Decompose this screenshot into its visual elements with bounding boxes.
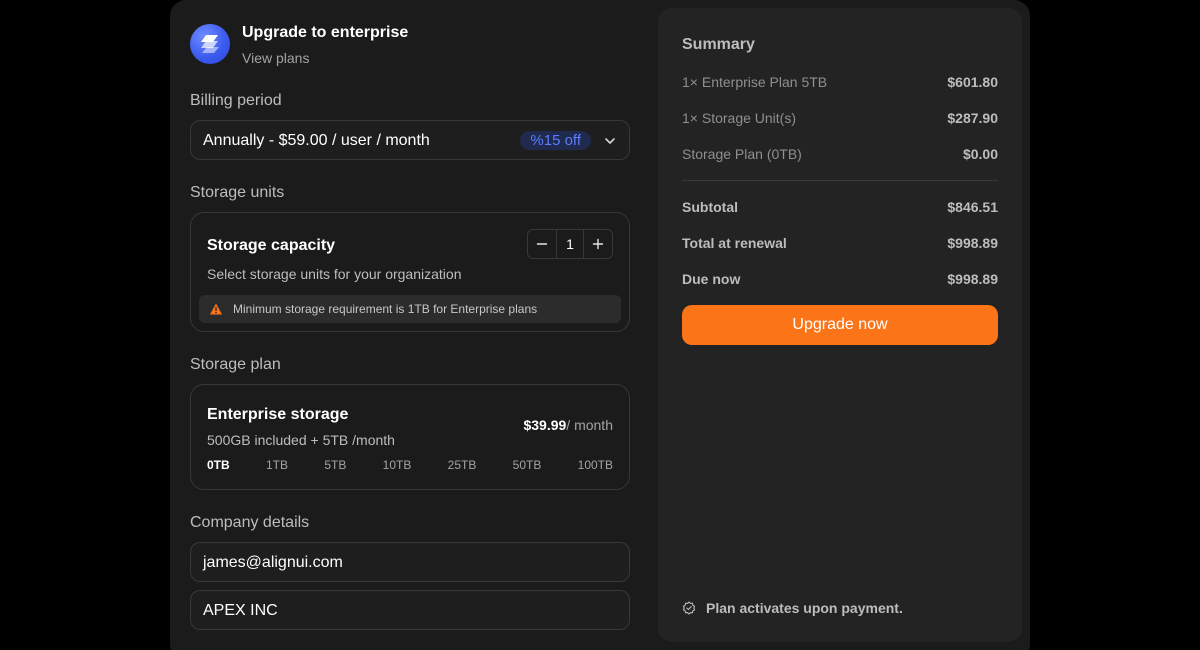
upgrade-card: Upgrade to enterprise View plans Billing… xyxy=(170,0,1030,650)
price-amount: $39.99 xyxy=(523,417,567,433)
summary-line-item: Storage Plan (0TB) $0.00 xyxy=(682,146,998,162)
tier-option-1tb[interactable]: 1TB xyxy=(266,458,288,472)
billing-period-label: Billing period xyxy=(190,92,282,109)
activation-note-text: Plan activates upon payment. xyxy=(706,600,903,616)
storage-plan-title: Enterprise storage xyxy=(207,406,349,423)
summary-line-item: 1× Enterprise Plan 5TB $601.80 xyxy=(682,74,998,90)
billing-period-select[interactable]: Annually - $59.00 / user / month %15 off xyxy=(190,120,630,160)
storage-plan-subtitle: 500GB included + 5TB /month xyxy=(207,432,395,448)
storage-plan-price: $39.99/ month xyxy=(523,417,613,433)
line-item-label: 1× Storage Unit(s) xyxy=(682,110,796,126)
storage-capacity-subtitle: Select storage units for your organizati… xyxy=(207,266,462,282)
increment-button[interactable] xyxy=(584,230,612,258)
total-value: $846.51 xyxy=(947,199,998,215)
price-period: / month xyxy=(566,417,613,433)
storage-capacity-box: Storage capacity Select storage units fo… xyxy=(190,212,630,332)
summary-divider xyxy=(682,180,998,181)
tier-option-100tb[interactable]: 100TB xyxy=(578,458,613,472)
upgrade-now-button[interactable]: Upgrade now xyxy=(682,305,998,345)
line-item-value: $0.00 xyxy=(962,146,998,162)
tier-option-10tb[interactable]: 10TB xyxy=(383,458,412,472)
email-value: james@alignui.com xyxy=(203,554,343,571)
tier-option-5tb[interactable]: 5TB xyxy=(324,458,346,472)
line-item-label: Storage Plan (0TB) xyxy=(682,146,802,162)
email-field[interactable]: james@alignui.com xyxy=(190,542,630,582)
minus-icon xyxy=(536,243,548,245)
tier-option-0tb[interactable]: 0TB xyxy=(207,458,230,472)
due-now-row: Due now $998.89 xyxy=(682,271,998,287)
summary-title: Summary xyxy=(682,36,755,53)
page-title: Upgrade to enterprise xyxy=(242,24,409,41)
summary-line-item: 1× Storage Unit(s) $287.90 xyxy=(682,110,998,126)
line-item-label: 1× Enterprise Plan 5TB xyxy=(682,74,828,90)
plus-icon xyxy=(592,238,604,250)
storage-units-label: Storage units xyxy=(190,184,285,201)
company-name-field[interactable]: APEX INC xyxy=(190,590,630,630)
storage-warning: Minimum storage requirement is 1TB for E… xyxy=(199,295,621,323)
tier-option-25tb[interactable]: 25TB xyxy=(448,458,477,472)
decrement-button[interactable] xyxy=(528,230,556,258)
warning-triangle-icon xyxy=(210,303,222,315)
tier-option-50tb[interactable]: 50TB xyxy=(513,458,542,472)
company-name-value: APEX INC xyxy=(203,602,278,619)
order-summary: Summary 1× Enterprise Plan 5TB $601.80 1… xyxy=(658,8,1022,642)
company-details-label: Company details xyxy=(190,514,310,531)
storage-plan-label: Storage plan xyxy=(190,356,281,373)
billing-period-value: Annually - $59.00 / user / month xyxy=(203,132,430,149)
view-plans-link[interactable]: View plans xyxy=(242,50,309,66)
discount-badge: %15 off xyxy=(520,131,591,150)
line-item-value: $287.90 xyxy=(947,110,998,126)
subtotal-row: Subtotal $846.51 xyxy=(682,199,998,215)
renewal-total-row: Total at renewal $998.89 xyxy=(682,235,998,251)
chevron-down-icon xyxy=(605,138,615,144)
quantity-value[interactable]: 1 xyxy=(556,230,584,258)
layers-logo-icon xyxy=(190,24,230,64)
total-label: Total at renewal xyxy=(682,235,787,251)
header: Upgrade to enterprise View plans xyxy=(190,24,630,68)
line-item-value: $601.80 xyxy=(947,74,998,90)
total-value: $998.89 xyxy=(947,271,998,287)
quantity-stepper: 1 xyxy=(527,229,613,259)
total-label: Due now xyxy=(682,271,741,287)
storage-tier-selector: 0TB 1TB 5TB 10TB 25TB 50TB 100TB xyxy=(207,458,613,472)
storage-capacity-title: Storage capacity xyxy=(207,237,336,254)
activation-note: Plan activates upon payment. xyxy=(682,600,998,616)
warning-text: Minimum storage requirement is 1TB for E… xyxy=(233,302,538,316)
storage-plan-box: Enterprise storage 500GB included + 5TB … xyxy=(190,384,630,490)
total-label: Subtotal xyxy=(682,199,738,215)
total-value: $998.89 xyxy=(947,235,998,251)
badge-check-icon xyxy=(682,601,696,615)
